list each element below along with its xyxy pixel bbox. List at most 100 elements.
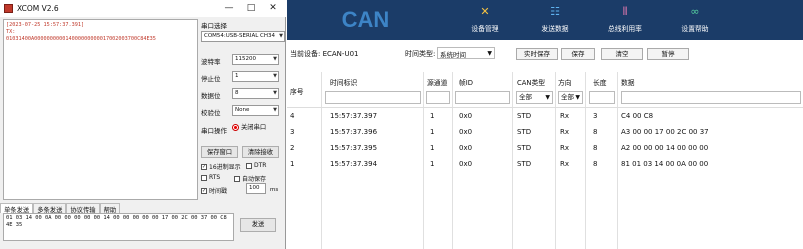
cell-can-type: STD bbox=[517, 144, 532, 152]
cell-length: 8 bbox=[593, 128, 598, 136]
save-window-button[interactable]: 保存窗口 bbox=[201, 146, 238, 158]
tools-icon: ✕ bbox=[480, 5, 490, 18]
time-type-select[interactable]: 系统时间 ▼ bbox=[437, 47, 495, 59]
checkbox-box bbox=[201, 174, 207, 181]
realtime-save-button[interactable]: 实时保存 bbox=[516, 48, 558, 60]
app-icon bbox=[4, 4, 13, 13]
cell-time: 15:57:37.397 bbox=[330, 112, 378, 120]
databit-select[interactable]: 8 ▼ bbox=[232, 88, 279, 99]
table-row[interactable]: 1 15:57:37.394 1 0x0 STD Rx 8 81 01 03 14 00 0A… bbox=[287, 159, 803, 171]
divider bbox=[287, 107, 803, 108]
maximize-button[interactable]: □ bbox=[240, 0, 262, 17]
close-button[interactable]: ✕ bbox=[262, 0, 284, 17]
nav-bus-usage[interactable]: ⫴ 总线利用率 bbox=[590, 0, 660, 40]
cell-frame-id: 0x0 bbox=[459, 144, 473, 152]
tab-single-send[interactable]: 单条发送 bbox=[0, 203, 34, 214]
autosave-checkbox[interactable]: 自动保存 bbox=[234, 174, 266, 183]
cell-channel: 1 bbox=[430, 144, 435, 152]
parity-select[interactable]: None ▼ bbox=[232, 105, 279, 116]
clear-receive-button[interactable]: 清除接收 bbox=[242, 146, 279, 158]
chevron-down-icon: ▼ bbox=[273, 73, 277, 79]
nav-settings-help[interactable]: ∞ 设置帮助 bbox=[660, 0, 730, 40]
pause-button[interactable]: 暂停 bbox=[647, 48, 689, 60]
nav-label: 设置帮助 bbox=[681, 25, 709, 33]
stopbit-value: 1 bbox=[235, 73, 239, 79]
receive-line: [2023-07-25 15:57:37.391] bbox=[6, 22, 85, 28]
cell-data: A2 00 00 00 14 00 00 00 bbox=[621, 144, 709, 152]
device-bar: 当前设备: ECAN-U01 时间类型: 系统时间 ▼ 实时保存 保存 清空 暂停 bbox=[287, 47, 803, 61]
chart-icon: ⫴ bbox=[622, 5, 628, 18]
send-button[interactable]: 发送 bbox=[240, 218, 276, 232]
dtr-checkbox[interactable]: DTR bbox=[246, 162, 266, 169]
close-port-label: 关闭串口 bbox=[241, 124, 267, 131]
tab-multi-send[interactable]: 多条发送 bbox=[33, 203, 67, 214]
chevron-down-icon: ▼ bbox=[487, 50, 492, 57]
chevron-down-icon: ▼ bbox=[273, 107, 277, 113]
cell-frame-id: 0x0 bbox=[459, 112, 473, 120]
filter-length[interactable] bbox=[589, 91, 615, 104]
nav-send-data[interactable]: ☷ 发送数据 bbox=[520, 0, 590, 40]
hex-display-label: 16进制显示 bbox=[209, 164, 241, 171]
tab-help[interactable]: 帮助 bbox=[99, 203, 121, 214]
cell-direction: Rx bbox=[560, 128, 570, 136]
time-type-value: 系统时间 bbox=[440, 51, 466, 59]
cell-time: 15:57:37.394 bbox=[330, 160, 378, 168]
cell-length: 3 bbox=[593, 112, 598, 120]
col-header-length: 长度 bbox=[593, 79, 607, 87]
col-header-data: 数据 bbox=[621, 79, 635, 87]
table-row[interactable]: 2 15:57:37.395 1 0x0 STD Rx 8 A2 00 00 00 14 00… bbox=[287, 143, 803, 155]
filter-time[interactable] bbox=[325, 91, 421, 104]
table-row[interactable]: 3 15:57:37.396 1 0x0 STD Rx 8 A3 00 00 17 00 2C… bbox=[287, 127, 803, 139]
save-button[interactable]: 保存 bbox=[561, 48, 595, 60]
timestamp-unit: ms bbox=[270, 187, 279, 193]
filter-direction[interactable]: 全部 ▼ bbox=[558, 91, 583, 104]
cell-data: C4 00 C8 bbox=[621, 112, 654, 120]
nav-label: 设备管理 bbox=[471, 25, 499, 33]
cell-time: 15:57:37.395 bbox=[330, 144, 378, 152]
close-port-button[interactable]: 关闭串口 bbox=[232, 122, 279, 134]
window-title: XCOM V2.6 bbox=[17, 4, 59, 13]
receive-line: TX: bbox=[6, 29, 16, 35]
can-logo: CAN bbox=[287, 0, 444, 40]
filter-value: 全部 bbox=[561, 93, 574, 101]
timestamp-checkbox[interactable]: ✓ 时间戳 bbox=[201, 186, 227, 195]
clear-button[interactable]: 清空 bbox=[601, 48, 643, 60]
table-row[interactable]: 4 15:57:37.397 1 0x0 STD Rx 3 C4 00 C8 bbox=[287, 111, 803, 123]
checkmark-icon: ✓ bbox=[201, 163, 207, 170]
port-op-label: 串口操作 bbox=[201, 127, 227, 135]
parity-label: 校验位 bbox=[201, 109, 221, 117]
parity-value: None bbox=[235, 107, 250, 113]
filter-can-type[interactable]: 全部 ▼ bbox=[516, 91, 553, 104]
cell-can-type: STD bbox=[517, 160, 532, 168]
checkbox-box bbox=[246, 162, 252, 169]
cell-direction: Rx bbox=[560, 144, 570, 152]
filter-data[interactable] bbox=[621, 91, 801, 104]
filter-channel[interactable] bbox=[426, 91, 450, 104]
cell-channel: 1 bbox=[430, 160, 435, 168]
tab-protocol[interactable]: 协议传输 bbox=[66, 203, 100, 214]
receive-area[interactable]: [2023-07-25 15:57:37.391] TX: 01031400A0… bbox=[3, 19, 198, 200]
timestamp-input[interactable]: 100 bbox=[246, 183, 266, 194]
stopbit-select[interactable]: 1 ▼ bbox=[232, 71, 279, 82]
xcom-window: XCOM V2.6 — □ ✕ [2023-07-25 15:57:37.391… bbox=[0, 0, 286, 249]
cell-channel: 1 bbox=[430, 128, 435, 136]
cell-frame-id: 0x0 bbox=[459, 128, 473, 136]
top-nav: CAN ✕ 设备管理 ☷ 发送数据 ⫴ 总线利用率 ∞ 设置帮助 bbox=[287, 0, 803, 40]
databit-value: 8 bbox=[235, 90, 239, 96]
col-header-direction: 方向 bbox=[558, 79, 572, 87]
cell-length: 8 bbox=[593, 144, 598, 152]
port-select[interactable]: COM54:USB-SERIAL CH34 ▼ bbox=[201, 31, 285, 42]
col-header-seq: 序号 bbox=[290, 88, 304, 96]
nav-device-manage[interactable]: ✕ 设备管理 bbox=[450, 0, 520, 40]
minimize-button[interactable]: — bbox=[218, 0, 240, 17]
hex-display-checkbox[interactable]: ✓ 16进制显示 bbox=[201, 162, 241, 171]
checkbox-box bbox=[234, 175, 240, 182]
chevron-down-icon: ▼ bbox=[273, 90, 277, 96]
baud-select[interactable]: 115200 ▼ bbox=[232, 54, 279, 65]
send-input[interactable]: 01 03 14 00 0A 00 00 00 00 00 14 00 00 0… bbox=[3, 213, 234, 241]
rts-checkbox[interactable]: RTS bbox=[201, 174, 220, 181]
xcom-titlebar: XCOM V2.6 — □ ✕ bbox=[0, 0, 286, 17]
dtr-label: DTR bbox=[254, 162, 267, 169]
nav-label: 发送数据 bbox=[541, 25, 569, 33]
filter-frame-id[interactable] bbox=[455, 91, 510, 104]
